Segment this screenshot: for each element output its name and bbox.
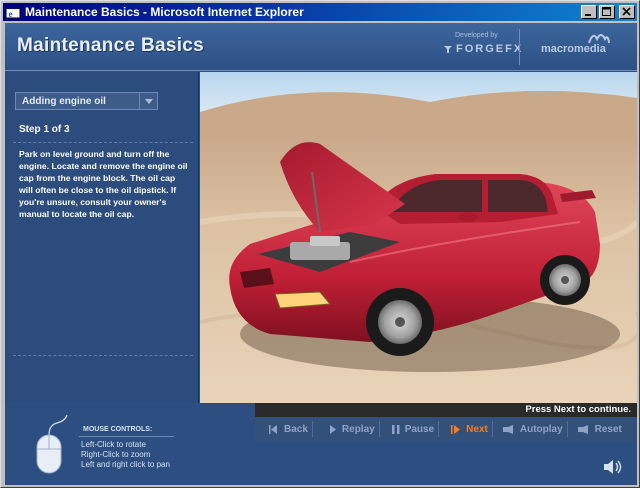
replay-label: Replay [341, 423, 375, 435]
instruction-panel: Adding engine oil Step 1 of 3 Park on le… [5, 72, 199, 403]
pause-icon [391, 424, 400, 434]
divider-line [13, 142, 193, 143]
next-icon [451, 424, 461, 434]
back-icon [269, 424, 279, 434]
car-scene[interactable] [200, 72, 637, 403]
control-separator [378, 421, 380, 437]
control-separator [566, 421, 568, 437]
task-dropdown-value: Adding engine oil [22, 95, 106, 107]
close-button[interactable] [619, 5, 635, 19]
window-title: Maintenance Basics - Microsoft Internet … [25, 5, 304, 19]
reset-button[interactable]: Reset [574, 417, 626, 441]
control-separator [491, 421, 493, 437]
mouse-icon [36, 415, 68, 474]
app-content: Maintenance Basics Developed by FORGEFX … [5, 23, 637, 485]
app-title: Maintenance Basics [17, 35, 205, 56]
control-separator [311, 421, 313, 437]
developed-by-label: Developed by [455, 32, 498, 39]
next-label: Next [466, 423, 488, 435]
mouse-help-rotate: Left-Click to rotate [81, 440, 146, 449]
speaker-icon[interactable] [603, 459, 623, 475]
macromedia-logo-icon [588, 34, 610, 44]
playback-controls: Back Replay Pause Next Autoplay Reset [255, 417, 637, 441]
chevron-down-icon[interactable] [139, 93, 157, 109]
task-dropdown[interactable]: Adding engine oil [15, 92, 158, 110]
next-button[interactable]: Next [447, 417, 492, 441]
minimize-button[interactable] [581, 5, 597, 19]
control-separator [438, 421, 440, 437]
mouse-controls-divider [79, 436, 174, 437]
reset-label: Reset [594, 423, 622, 435]
autoplay-label: Autoplay [519, 423, 563, 435]
step-instructions: Park on level ground and turn off the en… [19, 149, 188, 219]
title-bar[interactable]: e Maintenance Basics - Microsoft Interne… [3, 3, 637, 21]
mouse-controls-title: MOUSE CONTROLS: [83, 426, 153, 433]
maximize-button[interactable] [599, 5, 615, 19]
app-header: Maintenance Basics Developed by FORGEFX … [5, 23, 637, 71]
forgefx-mark-icon [444, 46, 452, 53]
forgefx-logo: FORGEFX [443, 43, 523, 55]
forgefx-text: FORGEFX [456, 43, 524, 55]
control-area: MOUSE CONTROLS: Left-Click to rotate Rig… [5, 403, 637, 485]
reset-icon [577, 424, 590, 434]
pause-label: Pause [404, 423, 435, 435]
autoplay-icon [502, 424, 515, 434]
step-indicator: Step 1 of 3 [19, 124, 70, 135]
pause-button[interactable]: Pause [388, 417, 438, 441]
mouse-help-pan: Left and right click to pan [81, 460, 170, 469]
3d-viewport[interactable] [200, 72, 637, 403]
back-label: Back [284, 423, 308, 435]
mouse-controls-help: Left-Click to rotate Right-Click to zoom… [81, 440, 170, 470]
hint-text: Press Next to continue. [525, 404, 631, 415]
back-button[interactable]: Back [265, 417, 312, 441]
mouse-help-zoom: Right-Click to zoom [81, 450, 151, 459]
header-divider [519, 29, 520, 65]
ie-icon: e [5, 5, 21, 19]
replay-button[interactable]: Replay [325, 417, 379, 441]
browser-window: e Maintenance Basics - Microsoft Interne… [0, 0, 640, 488]
svg-text:e: e [9, 9, 13, 19]
autoplay-button[interactable]: Autoplay [499, 417, 567, 441]
hint-bar: Press Next to continue. [255, 403, 637, 417]
replay-icon [329, 424, 337, 434]
divider-line [13, 355, 193, 356]
